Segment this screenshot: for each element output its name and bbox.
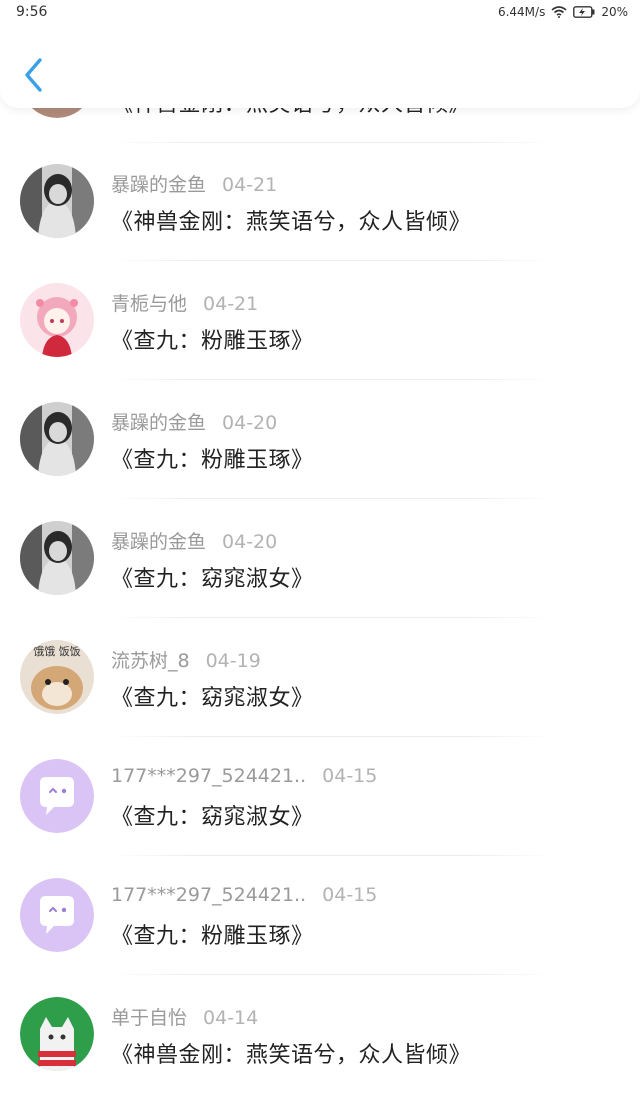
avatar[interactable] xyxy=(20,164,94,238)
list-item[interactable]: 暴躁的金鱼 04-20 《查九：窈窕淑女》 xyxy=(0,499,640,618)
item-date: 04-14 xyxy=(203,1007,259,1029)
list-item[interactable]: 177***297_524421.. 04-15 《查九：粉雕玉琢》 xyxy=(0,856,640,975)
item-date: 04-15 xyxy=(322,884,378,906)
item-title[interactable]: 《查九：窈窕淑女》 xyxy=(111,680,314,712)
battery-level: 20% xyxy=(601,5,628,19)
avatar[interactable]: 饿饿 饭饭 xyxy=(20,640,94,714)
item-meta: 单于自怡 04-14 xyxy=(111,1003,258,1031)
item-date: 04-21 xyxy=(222,174,278,196)
battery-charging-icon xyxy=(573,6,595,18)
item-date: 04-20 xyxy=(222,412,278,434)
list-item[interactable]: 暴躁的金鱼 04-21 《神兽金刚：燕笑语兮，众人皆倾》 xyxy=(0,142,640,261)
avatar[interactable] xyxy=(20,997,94,1071)
avatar[interactable] xyxy=(20,283,94,357)
item-title[interactable]: 《查九：粉雕玉琢》 xyxy=(111,323,314,355)
status-bar: 9:56 6.44M/s 20% xyxy=(0,0,640,28)
item-meta: 流苏树_8 04-19 xyxy=(111,646,261,674)
item-title[interactable]: 《神兽金刚：燕笑语兮，众人皆倾》 xyxy=(111,204,471,236)
back-button[interactable] xyxy=(20,56,50,94)
item-meta: 青栀与他 04-21 xyxy=(111,289,258,317)
item-date: 04-19 xyxy=(205,650,261,672)
user-name[interactable]: 青栀与他 xyxy=(111,293,187,315)
item-title[interactable]: 《查九：窈窕淑女》 xyxy=(111,799,314,831)
list-item[interactable]: 青栀与他 04-21 《查九：粉雕玉琢》 xyxy=(0,261,640,380)
avatar[interactable] xyxy=(20,759,94,833)
status-time: 9:56 xyxy=(16,4,48,20)
status-right: 6.44M/s 20% xyxy=(498,5,628,19)
list-item[interactable]: 暴躁的金鱼 04-20 《查九：粉雕玉琢》 xyxy=(0,380,640,499)
item-date: 04-15 xyxy=(322,765,378,787)
item-title[interactable]: 《查九：粉雕玉琢》 xyxy=(111,442,314,474)
avatar[interactable] xyxy=(20,521,94,595)
top-header: 9:56 6.44M/s 20% xyxy=(0,0,640,108)
user-name[interactable]: 流苏树_8 xyxy=(111,650,190,672)
user-name[interactable]: 暴躁的金鱼 xyxy=(111,174,206,196)
chevron-left-icon xyxy=(25,58,42,92)
item-title[interactable]: 《查九：窈窕淑女》 xyxy=(111,561,314,593)
user-name[interactable]: 177***297_524421.. xyxy=(111,884,306,906)
user-name[interactable]: 暴躁的金鱼 xyxy=(111,531,206,553)
avatar[interactable] xyxy=(20,402,94,476)
list-item[interactable]: 单于自怡 04-14 《神兽金刚：燕笑语兮，众人皆倾》 xyxy=(0,975,640,1094)
user-name[interactable]: 暴躁的金鱼 xyxy=(111,412,206,434)
item-meta: 177***297_524421.. 04-15 xyxy=(111,884,377,912)
item-meta: 177***297_524421.. 04-15 xyxy=(111,765,377,793)
item-meta: 暴躁的金鱼 04-20 xyxy=(111,408,277,436)
item-date: 04-20 xyxy=(222,531,278,553)
user-name[interactable]: 单于自怡 xyxy=(111,1007,187,1029)
item-meta: 暴躁的金鱼 04-21 xyxy=(111,170,277,198)
list-item[interactable]: 177***297_524421.. 04-15 《查九：窈窕淑女》 xyxy=(0,737,640,856)
item-title[interactable]: 《查九：粉雕玉琢》 xyxy=(111,918,314,950)
net-speed: 6.44M/s xyxy=(497,5,546,19)
avatar[interactable] xyxy=(20,878,94,952)
user-name[interactable]: 177***297_524421.. xyxy=(111,765,306,787)
item-meta: 暴躁的金鱼 04-20 xyxy=(111,527,277,555)
item-title[interactable]: 《神兽金刚：燕笑语兮，众人皆倾》 xyxy=(111,1037,471,1069)
item-date: 04-21 xyxy=(203,293,259,315)
wifi-icon xyxy=(551,6,567,18)
avatar-caption: 饿饿 饭饭 xyxy=(33,644,81,658)
list-item[interactable]: 饿饿 饭饭 流苏树_8 04-19 《查九：窈窕淑女》 xyxy=(0,618,640,737)
